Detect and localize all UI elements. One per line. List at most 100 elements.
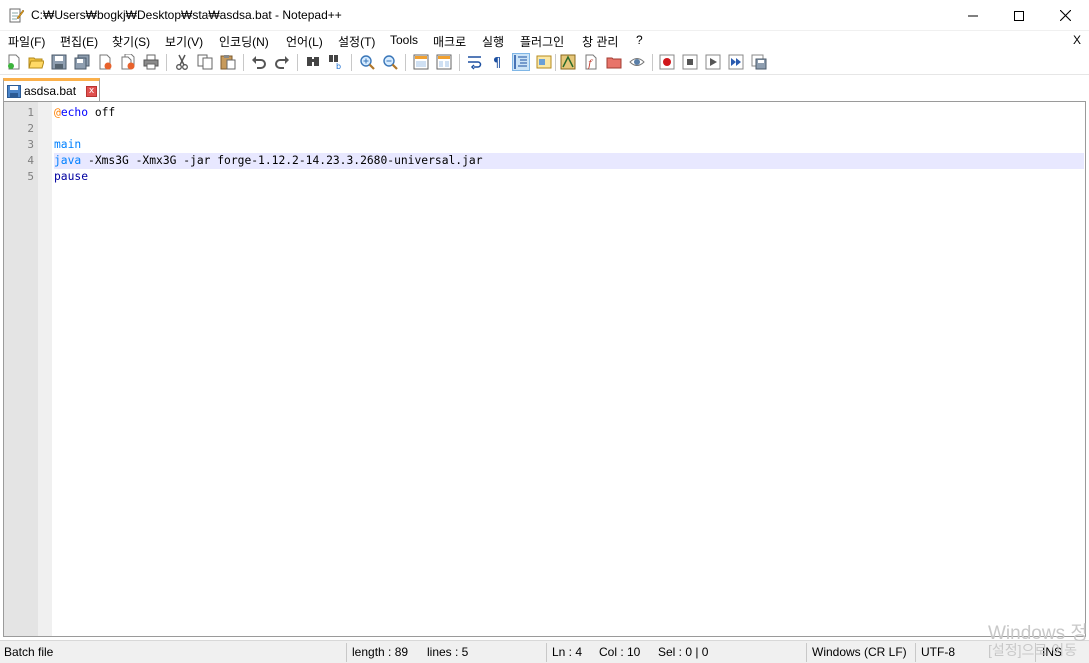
status-lines: lines : 5	[427, 645, 469, 659]
menu-help[interactable]: ?	[636, 33, 643, 47]
find-icon[interactable]	[304, 53, 322, 71]
toolbar-separator	[297, 54, 298, 71]
line-number: 5	[27, 170, 34, 183]
svg-text:¶: ¶	[493, 56, 501, 70]
status-divider	[346, 643, 347, 662]
status-eol-format[interactable]: Windows (CR LF)	[812, 645, 907, 659]
new-file-icon[interactable]	[5, 53, 23, 71]
maximize-button[interactable]	[996, 0, 1042, 31]
toolbar-separator	[555, 54, 556, 71]
function-list-alt-icon[interactable]: f	[582, 53, 600, 71]
indent-guide-icon[interactable]	[512, 53, 530, 71]
title-bar: C:₩Users₩bogkj₩Desktop₩sta₩asdsa.bat - N…	[0, 0, 1089, 31]
toolbar-separator	[459, 54, 460, 71]
show-all-characters-icon[interactable]: ¶	[489, 53, 507, 71]
command-token: java	[54, 154, 82, 167]
tab-asdsa-bat[interactable]: asdsa.bat x	[3, 78, 100, 101]
code-line-2[interactable]	[54, 121, 1084, 137]
menu-language[interactable]: 언어(L)	[286, 33, 323, 50]
toolbar-separator	[351, 54, 352, 71]
close-file-icon[interactable]	[96, 53, 114, 71]
monitoring-eye-icon[interactable]	[628, 53, 646, 71]
close-window-button[interactable]	[1042, 0, 1088, 31]
fold-margin[interactable]	[38, 102, 52, 636]
sync-horizontal-icon[interactable]	[435, 53, 453, 71]
close-document-button[interactable]: X	[1073, 33, 1081, 47]
line-number: 4	[27, 154, 34, 167]
toolbar-separator	[243, 54, 244, 71]
toolbar-separator	[166, 54, 167, 71]
status-divider	[546, 643, 547, 662]
toolbar-separator	[405, 54, 406, 71]
toolbar-separator	[652, 54, 653, 71]
document-tab-bar: asdsa.bat x	[0, 76, 1089, 101]
svg-text:b: b	[336, 62, 341, 70]
windows-activation-subtext: [설정]으로 이동	[988, 642, 1077, 658]
status-bar: Batch file length : 89 lines : 5 Ln : 4 …	[0, 640, 1089, 663]
code-line-3[interactable]: main	[54, 137, 1084, 153]
status-column: Col : 10	[599, 645, 641, 659]
menu-tools[interactable]: Tools	[390, 33, 418, 47]
tab-close-icon[interactable]: x	[86, 86, 97, 97]
run-macro-multiple-icon[interactable]	[727, 53, 745, 71]
replace-icon[interactable]: b	[327, 53, 345, 71]
status-language: Batch file	[4, 645, 54, 659]
save-macro-icon[interactable]	[750, 53, 768, 71]
close-all-icon[interactable]	[119, 53, 137, 71]
keyword-token: echo	[60, 106, 89, 119]
status-divider	[915, 643, 916, 662]
record-macro-icon[interactable]	[658, 53, 676, 71]
command-token: main	[54, 138, 82, 151]
keyword-token: pause	[54, 170, 89, 183]
notepad-app-icon	[8, 7, 25, 23]
menu-edit[interactable]: 편집(E)	[60, 33, 98, 50]
menu-view[interactable]: 보기(V)	[165, 33, 203, 50]
cut-icon[interactable]	[173, 53, 191, 71]
print-icon[interactable]	[142, 53, 160, 71]
window-title: C:₩Users₩bogkj₩Desktop₩sta₩asdsa.bat - N…	[31, 8, 342, 22]
at-sign-token: @	[54, 106, 61, 119]
menu-run[interactable]: 실행	[482, 33, 504, 50]
saved-file-icon	[7, 85, 21, 98]
menu-settings[interactable]: 설정(T)	[338, 33, 375, 50]
save-all-icon[interactable]	[73, 53, 91, 71]
document-map-icon[interactable]	[535, 53, 553, 71]
word-wrap-icon[interactable]	[466, 53, 484, 71]
status-encoding[interactable]: UTF-8	[921, 645, 955, 659]
stop-macro-icon[interactable]	[681, 53, 699, 71]
zoom-in-icon[interactable]	[358, 53, 376, 71]
line-number: 2	[27, 122, 34, 135]
menu-bar: 파일(F) 편집(E) 찾기(S) 보기(V) 인코딩(N) 언어(L) 설정(…	[0, 31, 1089, 50]
code-line-1[interactable]: @echo off	[54, 105, 1084, 121]
menu-window[interactable]: 창 관리	[582, 33, 618, 50]
status-length: length : 89	[352, 645, 409, 659]
tab-label: asdsa.bat	[24, 84, 77, 98]
zoom-out-icon[interactable]	[381, 53, 399, 71]
text-token: -Xms3G -Xmx3G -jar forge-1.12.2-14.23.3.…	[81, 154, 483, 167]
status-line-number: Ln : 4	[552, 645, 583, 659]
code-line-4-current[interactable]: java -Xms3G -Xmx3G -jar forge-1.12.2-14.…	[54, 153, 1084, 169]
play-macro-icon[interactable]	[704, 53, 722, 71]
save-icon[interactable]	[50, 53, 68, 71]
toolbar: b ¶ f	[0, 50, 1089, 75]
open-file-icon[interactable]	[27, 53, 45, 71]
line-number: 1	[27, 106, 34, 119]
menu-file[interactable]: 파일(F)	[8, 33, 45, 50]
folder-workspace-icon[interactable]	[605, 53, 623, 71]
redo-icon[interactable]	[273, 53, 291, 71]
editor-pane[interactable]: 1 2 3 4 5 @echo off main java -Xms3G -Xm…	[3, 101, 1086, 637]
menu-macro[interactable]: 매크로	[433, 33, 466, 50]
line-number: 3	[27, 138, 34, 151]
copy-icon[interactable]	[196, 53, 214, 71]
paste-icon[interactable]	[219, 53, 237, 71]
menu-search[interactable]: 찾기(S)	[112, 33, 150, 50]
code-line-5[interactable]: pause	[54, 169, 1084, 185]
function-list-icon[interactable]	[559, 53, 577, 71]
undo-icon[interactable]	[250, 53, 268, 71]
text-token: off	[88, 106, 116, 119]
minimize-button[interactable]	[950, 0, 996, 31]
status-divider	[806, 643, 807, 662]
menu-encoding[interactable]: 인코딩(N)	[219, 33, 269, 50]
menu-plugins[interactable]: 플러그인	[520, 33, 564, 50]
sync-vertical-icon[interactable]	[412, 53, 430, 71]
